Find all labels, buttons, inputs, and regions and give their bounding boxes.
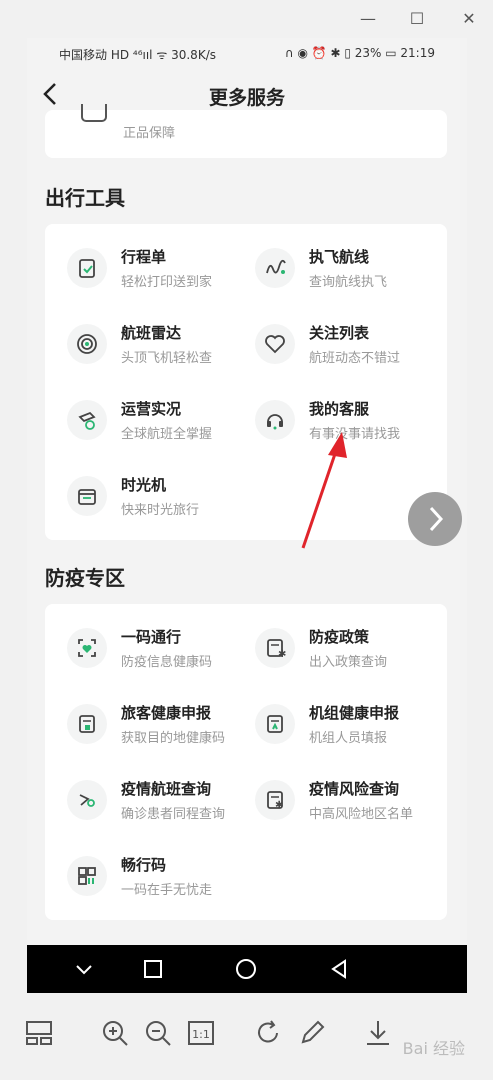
radar-icon bbox=[67, 324, 107, 364]
service-item[interactable]: ✱ 防疫政策出入政策查询 bbox=[255, 618, 445, 678]
service-subtitle: 头顶飞机轻松查 bbox=[121, 351, 213, 366]
service-subtitle: 快来时光旅行 bbox=[121, 503, 200, 518]
service-name: 一码通行 bbox=[121, 628, 182, 646]
next-page-button[interactable] bbox=[408, 492, 462, 546]
nav-home-icon[interactable] bbox=[234, 957, 258, 981]
health-report-icon bbox=[67, 704, 107, 744]
service-subtitle: 获取目的地健康码 bbox=[121, 731, 226, 746]
heart-icon bbox=[255, 324, 295, 364]
top-card-sub: 正品保障 bbox=[123, 126, 176, 141]
close-icon[interactable]: ✕ bbox=[458, 8, 480, 30]
android-nav-bar bbox=[27, 945, 467, 993]
thumbnail-icon[interactable] bbox=[24, 1018, 54, 1048]
minimize-icon[interactable]: — bbox=[357, 8, 379, 30]
service-subtitle: 一码在手无忧走 bbox=[121, 883, 213, 898]
watermark: Bai 经验 bbox=[402, 1039, 465, 1058]
top-card: 正品保障 bbox=[45, 104, 447, 158]
service-subtitle: 全球航班全掌握 bbox=[121, 427, 213, 442]
zoom-in-icon[interactable] bbox=[100, 1018, 130, 1048]
flight-search-icon bbox=[67, 780, 107, 820]
crew-report-icon bbox=[255, 704, 295, 744]
nav-recents-icon[interactable] bbox=[141, 957, 165, 981]
section-title-travel: 出行工具 bbox=[45, 186, 125, 210]
service-name: 畅行码 bbox=[121, 856, 167, 874]
service-item[interactable]: 疫情航班查询 确诊患者同程查询 bbox=[67, 770, 257, 830]
rotate-icon[interactable] bbox=[253, 1018, 283, 1048]
zoom-out-icon[interactable] bbox=[143, 1018, 173, 1048]
phone-screen: 中国移动 HD ⁴⁶ııl ᯤ 30.8K/s ∩ ◉ ⏰ ✱ ▯ 23% ▭ … bbox=[27, 38, 467, 993]
service-subtitle: 轻松打印送到家 bbox=[121, 275, 213, 290]
nav-down-icon[interactable] bbox=[72, 957, 96, 981]
service-item[interactable]: ✱ 疫情风险查询 中高风险地区名单 bbox=[255, 770, 445, 830]
operations-icon bbox=[67, 400, 107, 440]
policy-icon: ✱ bbox=[255, 628, 295, 668]
scan-icon bbox=[67, 628, 107, 668]
service-name: 防疫政策 bbox=[309, 628, 370, 646]
window-titlebar: — ☐ ✕ bbox=[0, 0, 493, 38]
edit-icon[interactable] bbox=[297, 1018, 327, 1048]
service-item[interactable]: 执飞航线查询航线执飞 bbox=[255, 238, 445, 298]
service-name: 时光机 bbox=[121, 476, 167, 494]
risk-icon: ✱ bbox=[255, 780, 295, 820]
service-item[interactable]: 航班雷达头顶飞机轻松查 bbox=[67, 314, 257, 374]
service-name: 行程单 bbox=[121, 248, 167, 266]
service-name: 机组健康申报 bbox=[309, 704, 400, 722]
status-bar: 中国移动 HD ⁴⁶ııl ᯤ 30.8K/s ∩ ◉ ⏰ ✱ ▯ 23% ▭ … bbox=[27, 38, 467, 68]
route-icon bbox=[255, 248, 295, 288]
actual-size-icon[interactable]: 1:1 bbox=[186, 1018, 216, 1048]
headset-icon bbox=[255, 400, 295, 440]
service-subtitle: 出入政策查询 bbox=[309, 655, 388, 670]
svg-text:1:1: 1:1 bbox=[192, 1028, 210, 1041]
status-right: ∩ ◉ ⏰ ✱ ▯ 23% ▭ 21:19 bbox=[284, 46, 435, 60]
download-icon[interactable] bbox=[363, 1018, 393, 1048]
qr-icon bbox=[67, 856, 107, 896]
service-item[interactable]: 机组健康申报 机组人员填报 bbox=[255, 694, 445, 754]
service-item[interactable]: 畅行码一码在手无忧走 bbox=[67, 846, 257, 906]
service-item[interactable]: 一码通行防疫信息健康码 bbox=[67, 618, 257, 678]
product-icon bbox=[81, 104, 107, 122]
nav-back-icon[interactable] bbox=[327, 957, 351, 981]
service-subtitle: 机组人员填报 bbox=[309, 731, 388, 746]
svg-text:✱: ✱ bbox=[275, 800, 283, 811]
service-item[interactable]: 关注列表航班动态不错过 bbox=[255, 314, 445, 374]
service-item[interactable]: 时光机 快来时光旅行 bbox=[67, 466, 257, 526]
service-subtitle: 确诊患者同程查询 bbox=[121, 807, 226, 822]
service-item[interactable]: 运营实况全球航班全掌握 bbox=[67, 390, 257, 450]
section-title-epidemic: 防疫专区 bbox=[45, 566, 125, 590]
service-name: 运营实况 bbox=[121, 400, 182, 418]
service-subtitle: 防疫信息健康码 bbox=[121, 655, 213, 670]
service-subtitle: 航班动态不错过 bbox=[309, 351, 401, 366]
svg-text:✱: ✱ bbox=[278, 649, 286, 659]
travel-tools-card: 行程单 轻松打印送到家 执飞航线 查询航线执飞 航班雷达 头顶飞机轻松查 关注列表 航班动态不… bbox=[45, 224, 447, 540]
service-item[interactable]: 旅客健康申报 获取目的地健康码 bbox=[67, 694, 257, 754]
itinerary-icon bbox=[67, 248, 107, 288]
service-name: 航班雷达 bbox=[121, 324, 182, 342]
service-item[interactable]: 行程单轻松打印送到家 bbox=[67, 238, 257, 298]
epidemic-card: 一码通行 防疫信息健康码 ✱ 防疫政策 出入政策查询 旅客健康申报 获取目的地健康码 机组健康… bbox=[45, 604, 447, 920]
service-name: 我的客服 bbox=[309, 400, 370, 418]
service-name: 旅客健康申报 bbox=[121, 704, 212, 722]
service-subtitle: 有事没事请找我 bbox=[309, 427, 401, 442]
service-name: 执飞航线 bbox=[309, 248, 370, 266]
status-left: 中国移动 HD ⁴⁶ııl ᯤ 30.8K/s bbox=[59, 48, 216, 62]
service-name: 疫情风险查询 bbox=[309, 780, 400, 798]
service-name: 关注列表 bbox=[309, 324, 370, 342]
service-item[interactable]: 我的客服有事没事请找我 bbox=[255, 390, 445, 450]
maximize-icon[interactable]: ☐ bbox=[406, 8, 428, 30]
calendar-icon bbox=[67, 476, 107, 516]
service-name: 疫情航班查询 bbox=[121, 780, 212, 798]
service-subtitle: 查询航线执飞 bbox=[309, 275, 388, 290]
service-subtitle: 中高风险地区名单 bbox=[309, 807, 414, 822]
